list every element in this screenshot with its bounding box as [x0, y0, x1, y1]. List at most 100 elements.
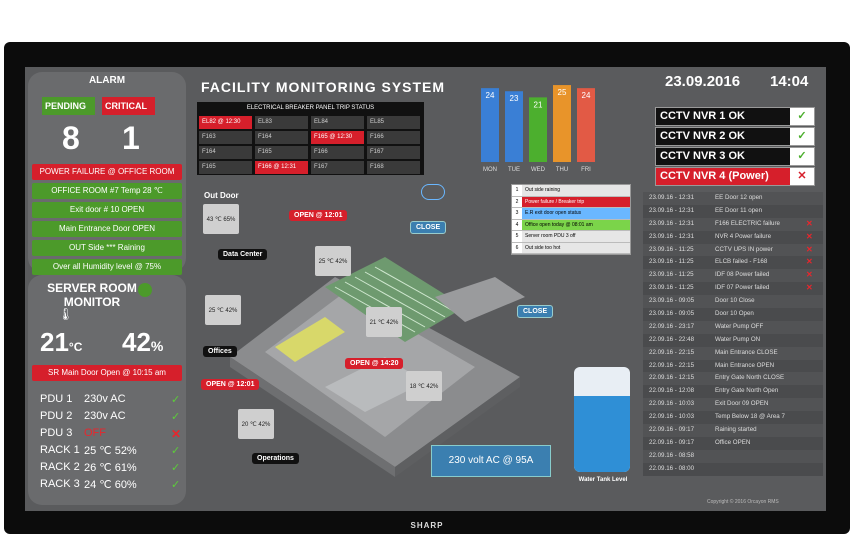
chart-category-label: WED: [531, 167, 546, 173]
nvr-row[interactable]: CCTV NVR 2 OK ✓: [655, 127, 815, 146]
chart-category-label: THU: [556, 167, 568, 173]
alarm-item[interactable]: Main Entrance Door OPEN: [32, 221, 182, 237]
log-row[interactable]: 22.09.16 - 08:58: [643, 449, 823, 463]
log-row[interactable]: 23.09.16 - 12:31 EE Door 11 open: [643, 204, 823, 218]
log-row[interactable]: 22.09.16 - 12:08 Entry Gate North Open: [643, 385, 823, 399]
breaker-cell[interactable]: F165: [199, 161, 252, 174]
log-row[interactable]: 23.09.16 - 11:25 IDF 07 Power failed ✕: [643, 282, 823, 296]
check-icon: ✓: [790, 128, 814, 145]
log-row[interactable]: 23.09.16 - 11:25 CCTV UPS IN power ✕: [643, 243, 823, 257]
cross-icon: ✕: [806, 231, 813, 241]
cross-icon: ✕: [806, 283, 813, 293]
breaker-cell[interactable]: F165 @ 12:30: [311, 131, 364, 144]
check-icon: ✓: [171, 411, 181, 423]
dashboard-screen: ALARM PENDING CRITICAL 8 1 POWER FAILURE…: [25, 67, 826, 511]
chart-bar-label: 23: [510, 94, 519, 103]
breaker-cell[interactable]: F163: [199, 131, 252, 144]
log-row[interactable]: 22.09.16 - 08:00: [643, 462, 823, 476]
data-center-tag[interactable]: Data Center: [218, 249, 268, 260]
log-row[interactable]: 23.09.16 - 12:31 EE Door 12 open: [643, 192, 823, 205]
legend-item: 2 Power failure / Breaker trip: [512, 196, 630, 208]
log-row[interactable]: 22.09.16 - 12:15 Entry Gate North CLOSE: [643, 372, 823, 386]
sensor-4[interactable]: 18 ℃ 42%: [406, 371, 442, 401]
breaker-title: ELECTRICAL BREAKER PANEL TRIP STATUS: [246, 105, 375, 111]
close-tag-2[interactable]: CLOSE: [517, 305, 554, 318]
offices-tag[interactable]: Offices: [203, 346, 237, 357]
water-tank-label: Water Tank Level: [578, 477, 628, 483]
server-door-alert[interactable]: SR Main Door Open @ 10:15 am: [32, 365, 182, 381]
chart-category-label: FRI: [581, 167, 591, 173]
cross-icon: ✕: [806, 244, 813, 254]
log-row[interactable]: 23.09.16 - 11:25 ELCB failed - F168 ✕: [643, 256, 823, 270]
breaker-cell[interactable]: F166: [367, 131, 420, 144]
cross-icon: ✕: [806, 257, 813, 267]
alarm-title: ALARM: [88, 75, 126, 86]
breaker-cell[interactable]: F167: [311, 161, 364, 174]
check-icon: ✓: [171, 394, 181, 406]
breaker-table: ELECTRICAL BREAKER PANEL TRIP STATUS EL8…: [197, 102, 424, 175]
nvr-row[interactable]: CCTV NVR 1 OK ✓: [655, 107, 815, 126]
event-log: 23.09.16 - 12:31 EE Door 12 open 23.09.16 …: [643, 192, 823, 476]
breaker-cell[interactable]: F164: [255, 131, 308, 144]
close-tag-1[interactable]: CLOSE: [410, 221, 447, 234]
breaker-cell[interactable]: F168: [367, 161, 420, 174]
server-humidity: 42%: [122, 327, 164, 357]
alarm-item[interactable]: POWER FAILURE @ OFFICE ROOM: [32, 164, 182, 180]
log-row[interactable]: 22.09.16 - 10:03 Exit Door 09 OPEN: [643, 398, 823, 412]
pending-count[interactable]: 8: [62, 120, 80, 157]
log-row[interactable]: 23.09.16 - 09:05 Door 10 Close: [643, 295, 823, 309]
alarm-item[interactable]: Over all Humidity level @ 75%: [32, 259, 182, 275]
water-tank-fill: [574, 396, 630, 472]
open-alert-3[interactable]: OPEN @ 12:01: [201, 379, 260, 390]
log-row[interactable]: 22.09.16 - 22:48 Water Pump ON: [643, 333, 823, 347]
breaker-cell[interactable]: F166 @ 12:31: [255, 161, 308, 174]
breaker-cell[interactable]: F167: [367, 146, 420, 159]
nvr-label: CCTV NVR 4 (Power): [660, 170, 769, 182]
log-row[interactable]: 22.09.16 - 22:15 Main Entrance CLOSE: [643, 346, 823, 360]
breaker-cell[interactable]: EL83: [255, 116, 308, 129]
open-alert-1[interactable]: OPEN @ 12:01: [289, 210, 348, 221]
humidity-icon: [138, 283, 152, 297]
sensor-3[interactable]: 21 ℃ 42%: [366, 307, 402, 337]
nvr-row[interactable]: CCTV NVR 3 OK ✓: [655, 147, 815, 166]
breaker-cell[interactable]: F164: [199, 146, 252, 159]
log-row[interactable]: 22.09.16 - 23:17 Water Pump OFF: [643, 320, 823, 334]
legend-item: 1 Out side raining: [512, 185, 630, 197]
critical-count[interactable]: 1: [122, 120, 140, 157]
breaker-cell[interactable]: EL82 @ 12:30: [199, 116, 252, 129]
chart-bar-label: 24: [582, 91, 591, 100]
log-row[interactable]: 23.09.16 - 11:25 IDF 08 Power failed ✕: [643, 269, 823, 283]
critical-label: CRITICAL: [102, 97, 155, 115]
log-row[interactable]: 22.09.16 - 09:17 Office OPEN: [643, 436, 823, 450]
thermometer-icon: 🌡: [58, 307, 74, 321]
copyright: Copyright © 2016 Orcayon RMS: [707, 499, 779, 505]
alarm-item[interactable]: OUT Side *** Raining: [32, 240, 182, 256]
check-icon: ✓: [171, 479, 181, 491]
open-alert-2[interactable]: OPEN @ 14:20: [345, 358, 404, 369]
brand-logo: SHARP: [410, 521, 444, 530]
log-row[interactable]: 23.09.16 - 12:31 F166 ELECTRIC failure ✕: [643, 217, 823, 231]
breaker-cell[interactable]: F166: [311, 146, 364, 159]
out-door-sensor[interactable]: 43 ℃ 65%: [203, 204, 239, 234]
chart-bar-label: 21: [534, 100, 543, 109]
log-row[interactable]: 22.09.16 - 22:15 Main Entrance OPEN: [643, 359, 823, 373]
time-display: 14:04: [770, 73, 809, 90]
ac-power-box[interactable]: 230 volt AC @ 95A: [431, 445, 551, 477]
alarm-item[interactable]: Exit door # 10 OPEN: [32, 202, 182, 218]
sensor-5[interactable]: 20 ℃ 42%: [238, 409, 274, 439]
log-row[interactable]: 23.09.16 - 09:05 Door 10 Open: [643, 308, 823, 321]
nvr-row[interactable]: CCTV NVR 4 (Power) ✕: [655, 167, 815, 186]
log-row[interactable]: 22.09.16 - 10:03 Temp Below 18 @ Area 7: [643, 411, 823, 425]
log-row[interactable]: 22.09.16 - 09:17 Raining started: [643, 424, 823, 437]
alarm-item[interactable]: OFFICE ROOM #7 Temp 28 ℃: [32, 183, 182, 199]
sensor-2[interactable]: 25 ℃ 42%: [205, 295, 241, 325]
water-tank[interactable]: [574, 367, 630, 472]
breaker-cell[interactable]: F165: [255, 146, 308, 159]
log-row[interactable]: 23.09.16 - 12:31 NVR 4 Power failure ✕: [643, 230, 823, 244]
legend-item: 5 Server room PDU 3 off: [512, 231, 630, 243]
operations-tag[interactable]: Operations: [252, 453, 299, 464]
sensor-1[interactable]: 25 ℃ 42%: [315, 246, 351, 276]
breaker-cell[interactable]: EL84: [311, 116, 364, 129]
cross-icon: ✕: [790, 168, 814, 185]
breaker-cell[interactable]: EL85: [367, 116, 420, 129]
